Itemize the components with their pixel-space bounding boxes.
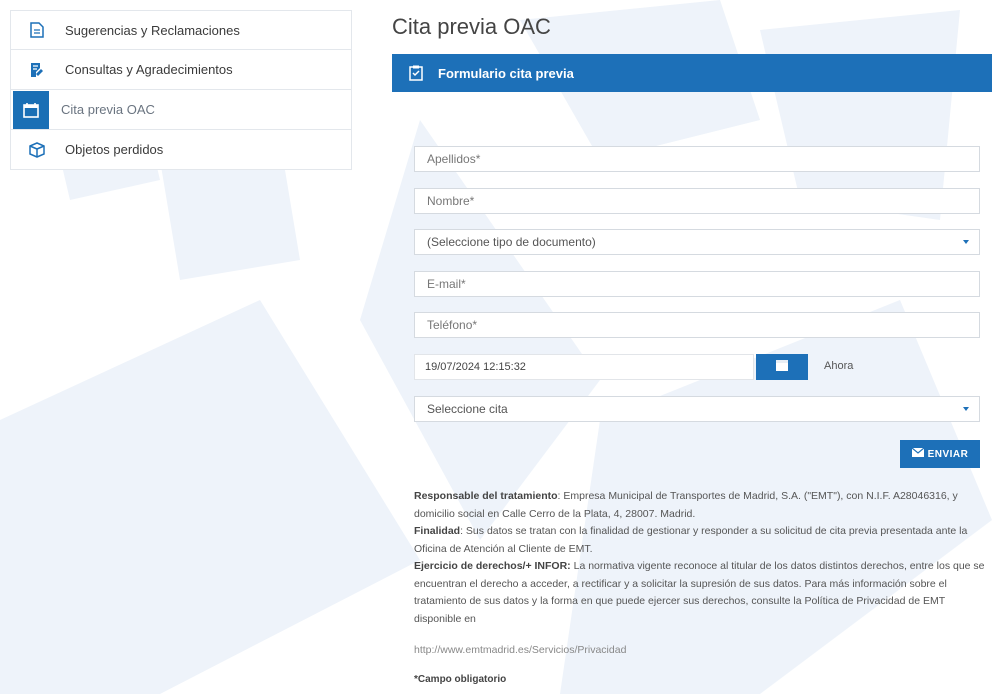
document-icon <box>23 16 51 44</box>
edit-document-icon <box>23 56 51 84</box>
legal-finalidad: Finalidad: Sus datos se tratan con la fi… <box>414 523 988 558</box>
email-input[interactable]: E-mail* <box>414 271 980 297</box>
legal-responsable: Responsable del tratamiento: Empresa Mun… <box>414 488 988 523</box>
box-icon <box>23 136 51 164</box>
sidebar-item-objetos-perdidos[interactable]: Objetos perdidos <box>10 130 352 170</box>
form-panel-title: Formulario cita previa <box>438 65 574 81</box>
document-type-value: (Seleccione tipo de documento) <box>427 235 596 249</box>
cita-value: Seleccione cita <box>427 402 508 416</box>
telefono-input[interactable]: Teléfono* <box>414 312 980 338</box>
clipboard-icon <box>408 65 424 81</box>
sidebar-item-label: Consultas y Agradecimientos <box>65 62 233 77</box>
telefono-placeholder: Teléfono* <box>427 318 478 332</box>
ahora-label: Ahora <box>824 360 854 372</box>
ejercicio-label: Ejercicio de derechos/+ INFOR: <box>414 560 571 572</box>
fecha-value: 19/07/2024 12:15:32 <box>425 361 526 373</box>
privacy-link[interactable]: http://www.emtmadrid.es/Servicios/Privac… <box>414 644 626 656</box>
sidebar-item-sugerencias[interactable]: Sugerencias y Reclamaciones <box>10 10 352 50</box>
fecha-input[interactable]: 19/07/2024 12:15:32 <box>414 354 754 380</box>
legal-ejercicio: Ejercicio de derechos/+ INFOR: La normat… <box>414 558 988 628</box>
nombre-input[interactable]: Nombre* <box>414 188 980 214</box>
email-placeholder: E-mail* <box>427 277 466 291</box>
page-title: Cita previa OAC <box>392 14 551 39</box>
required-field-note: *Campo obligatorio <box>414 674 507 685</box>
legal-notice: Responsable del tratamiento: Empresa Mun… <box>414 488 988 628</box>
nombre-placeholder: Nombre* <box>427 194 475 208</box>
enviar-button[interactable]: ENVIAR <box>900 440 980 468</box>
sidebar-item-consultas[interactable]: Consultas y Agradecimientos <box>10 50 352 90</box>
calendar-icon <box>775 358 789 377</box>
sidebar-item-label: Objetos perdidos <box>65 142 164 157</box>
responsable-label: Responsable del tratamiento <box>414 490 558 502</box>
finalidad-label: Finalidad <box>414 525 461 537</box>
sidebar-nav: Sugerencias y Reclamaciones Consultas y … <box>10 10 352 170</box>
cita-select[interactable]: Seleccione cita <box>414 396 980 422</box>
chevron-down-icon <box>963 240 969 244</box>
apellidos-placeholder: Apellidos* <box>427 152 481 166</box>
form-panel-header: Formulario cita previa <box>392 54 992 92</box>
chevron-down-icon <box>963 407 969 411</box>
sidebar-item-label: Cita previa OAC <box>61 102 155 117</box>
finalidad-text: : Sus datos se tratan con la finalidad d… <box>414 525 968 555</box>
apellidos-input[interactable]: Apellidos* <box>414 146 980 172</box>
calendar-button[interactable] <box>756 354 808 380</box>
calendar-icon <box>13 90 49 129</box>
sidebar-item-label: Sugerencias y Reclamaciones <box>65 22 240 38</box>
envelope-icon <box>911 447 924 460</box>
document-type-select[interactable]: (Seleccione tipo de documento) <box>414 229 980 255</box>
enviar-label: ENVIAR <box>927 448 969 460</box>
sidebar-item-cita-previa[interactable]: Cita previa OAC <box>10 90 352 130</box>
